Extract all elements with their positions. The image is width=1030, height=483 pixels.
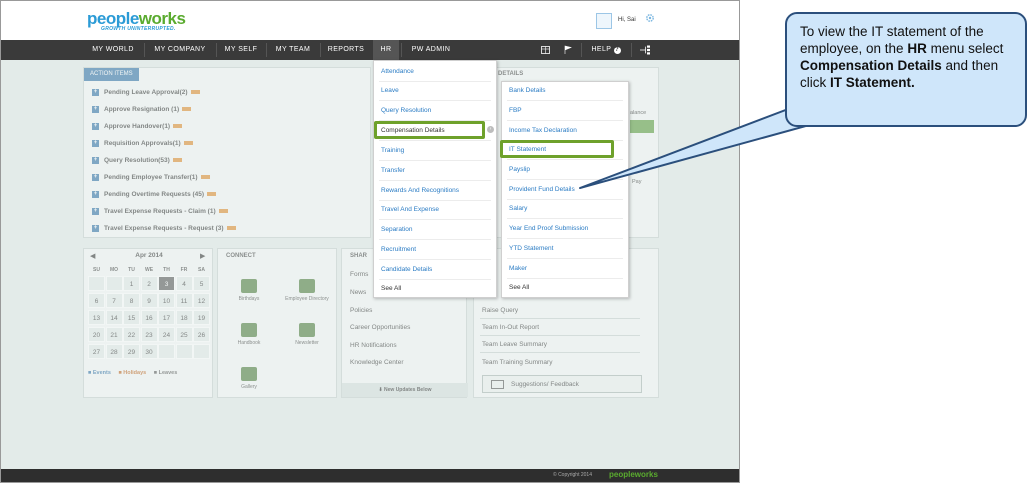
instruction-callout: To view the IT statement of the employee… [785, 12, 1027, 127]
tutorial-slide: peopleworks GROWTH UNINTERRUPTED. Hi, Sa… [0, 0, 1030, 483]
